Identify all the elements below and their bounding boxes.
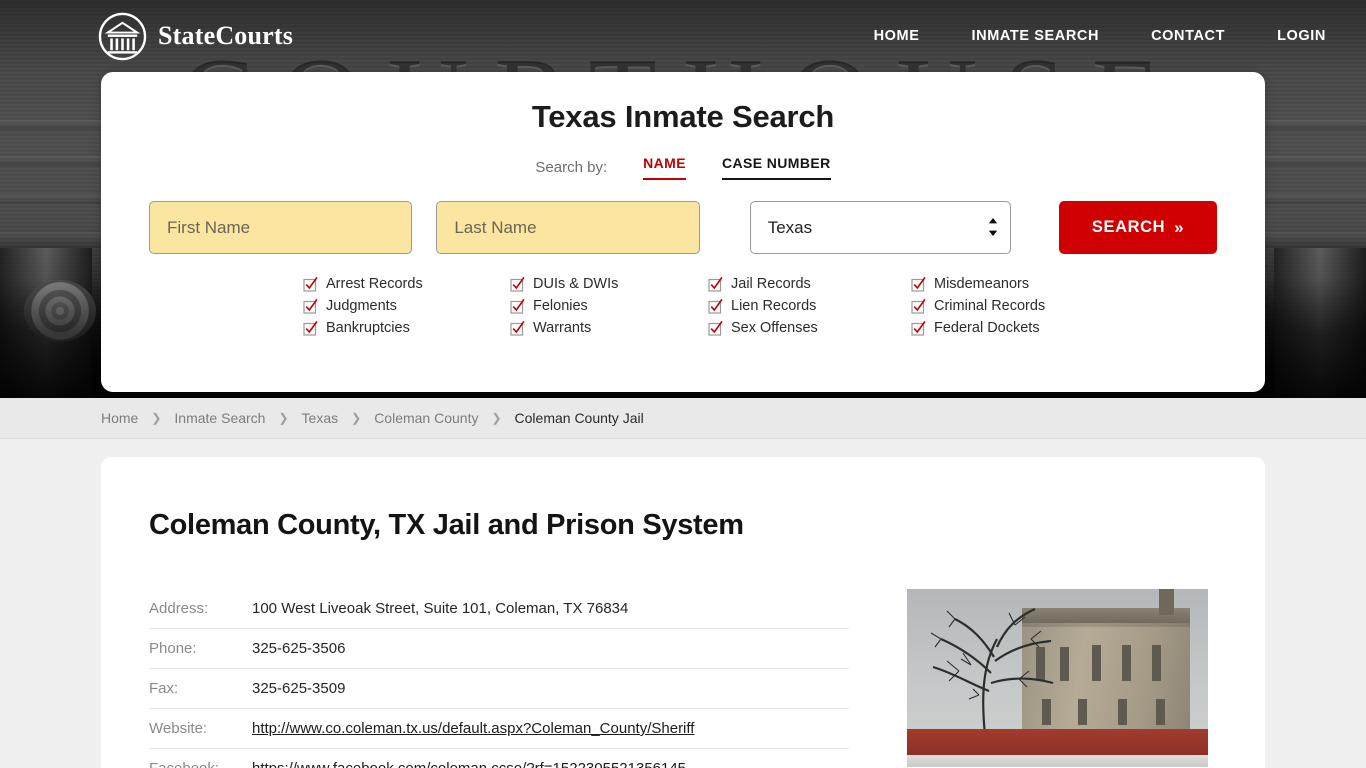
courthouse-circle-icon	[98, 12, 147, 61]
row-value-fax: 325-625-3509	[252, 680, 346, 697]
checkbox-checked-icon	[911, 298, 926, 314]
record-type-item[interactable]: Misdemeanors	[911, 276, 1063, 292]
table-row: Fax: 325-625-3509	[149, 669, 849, 709]
search-by-row: Search by: NAME CASE NUMBER	[101, 155, 1265, 180]
breadcrumb-item-inmate-search[interactable]: Inmate Search	[174, 410, 265, 426]
row-value-facebook: https://www.facebook.com/coleman.ccso/?r…	[252, 749, 849, 768]
record-type-item[interactable]: Warrants	[510, 320, 708, 336]
checkbox-checked-icon	[911, 276, 926, 292]
record-type-label: Lien Records	[731, 298, 817, 314]
checkbox-checked-icon	[911, 320, 926, 336]
record-type-item[interactable]: Felonies	[510, 298, 708, 314]
photo-red-wall	[907, 729, 1208, 757]
breadcrumb-item-current: Coleman County Jail	[514, 410, 644, 426]
record-type-label: Judgments	[326, 298, 397, 314]
record-type-label: Misdemeanors	[934, 276, 1030, 292]
first-name-input[interactable]	[149, 201, 413, 254]
tab-search-by-case-number[interactable]: CASE NUMBER	[721, 155, 831, 180]
row-value-address: 100 West Liveoak Street, Suite 101, Cole…	[252, 600, 629, 617]
record-type-item[interactable]: Sex Offenses	[708, 320, 911, 336]
record-type-label: Federal Dockets	[934, 320, 1040, 336]
record-type-label: Bankruptcies	[326, 320, 410, 336]
checkbox-checked-icon	[708, 298, 723, 314]
breadcrumb-item-texas[interactable]: Texas	[302, 410, 339, 426]
top-bar: StateCourts HOME INMATE SEARCH CONTACT L…	[0, 0, 1366, 72]
record-type-item[interactable]: Bankruptcies	[303, 320, 510, 336]
record-type-label: DUIs & DWIs	[533, 276, 619, 292]
table-row: Address: 100 West Liveoak Street, Suite …	[149, 589, 849, 629]
breadcrumb: Home ❯ Inmate Search ❯ Texas ❯ Coleman C…	[0, 398, 1366, 439]
breadcrumb-separator-icon: ❯	[351, 411, 362, 425]
record-type-item[interactable]: Judgments	[303, 298, 510, 314]
breadcrumb-separator-icon: ❯	[278, 411, 289, 425]
nav-item-home[interactable]: HOME	[874, 28, 920, 44]
record-type-list: Arrest Records DUIs & DWIs Jail Records …	[303, 276, 1063, 336]
photo-foreground	[907, 755, 1208, 767]
record-type-label: Felonies	[533, 298, 588, 314]
checkbox-checked-icon	[510, 276, 525, 292]
facility-info-table: Address: 100 West Liveoak Street, Suite …	[149, 589, 849, 768]
checkbox-checked-icon	[303, 276, 318, 292]
nav-item-login[interactable]: LOGIN	[1277, 28, 1326, 44]
search-by-label: Search by:	[535, 159, 608, 176]
breadcrumb-item-home[interactable]: Home	[101, 410, 138, 426]
checkbox-checked-icon	[303, 320, 318, 336]
photo-chimney	[1159, 589, 1174, 615]
table-row: Phone: 325-625-3506	[149, 629, 849, 669]
record-type-item[interactable]: Arrest Records	[303, 276, 510, 292]
main-navigation: HOME INMATE SEARCH CONTACT LOGIN	[874, 28, 1326, 44]
row-label: Facebook:	[149, 749, 252, 768]
photo-tree	[919, 595, 1069, 735]
facility-detail-card: Coleman County, TX Jail and Prison Syste…	[101, 457, 1265, 768]
search-panel-title: Texas Inmate Search	[531, 99, 835, 134]
breadcrumb-separator-icon: ❯	[151, 411, 162, 425]
page-title: Coleman County, TX Jail and Prison Syste…	[149, 509, 744, 541]
record-type-item[interactable]: Jail Records	[708, 276, 911, 292]
facility-body: Address: 100 West Liveoak Street, Suite …	[101, 542, 1265, 768]
record-type-label: Criminal Records	[934, 298, 1046, 314]
checkbox-checked-icon	[708, 320, 723, 336]
search-fields-row: Texas SEARCH »	[101, 201, 1265, 254]
checkbox-checked-icon	[510, 320, 525, 336]
checkbox-checked-icon	[708, 276, 723, 292]
row-value-website: http://www.co.coleman.tx.us/default.aspx…	[252, 709, 849, 749]
last-name-input[interactable]	[436, 201, 700, 254]
record-type-item[interactable]: Federal Dockets	[911, 320, 1063, 336]
search-button[interactable]: SEARCH »	[1059, 201, 1217, 254]
checkbox-checked-icon	[303, 298, 318, 314]
double-chevron-right-icon: »	[1174, 217, 1185, 237]
table-row: Facebook: https://www.facebook.com/colem…	[149, 749, 849, 768]
table-row: Website: http://www.co.coleman.tx.us/def…	[149, 709, 849, 749]
checkbox-checked-icon	[510, 298, 525, 314]
record-type-item[interactable]: Criminal Records	[911, 298, 1063, 314]
row-value-phone: 325-625-3506	[252, 640, 346, 657]
breadcrumb-separator-icon: ❯	[491, 411, 502, 425]
record-type-label: Jail Records	[731, 276, 811, 292]
website-link[interactable]: http://www.co.coleman.tx.us/default.aspx…	[252, 720, 694, 737]
state-select[interactable]: Texas	[749, 201, 1012, 254]
facility-photo	[907, 589, 1208, 767]
row-label: Address:	[149, 600, 209, 617]
record-type-label: Arrest Records	[326, 276, 423, 292]
record-type-item[interactable]: DUIs & DWIs	[510, 276, 708, 292]
record-type-item[interactable]: Lien Records	[708, 298, 911, 314]
brand-name: StateCourts	[158, 21, 294, 50]
brand-logo[interactable]: StateCourts	[98, 12, 293, 61]
row-label: Website:	[149, 720, 208, 737]
nav-item-contact[interactable]: CONTACT	[1151, 28, 1225, 44]
tab-search-by-name[interactable]: NAME	[643, 155, 686, 180]
record-type-label: Sex Offenses	[731, 320, 818, 336]
state-select-wrapper: Texas	[749, 201, 1012, 254]
nav-item-inmate-search[interactable]: INMATE SEARCH	[972, 28, 1100, 44]
breadcrumb-item-coleman-county[interactable]: Coleman County	[374, 410, 478, 426]
inmate-search-panel: Texas Inmate Search Search by: NAME CASE…	[101, 72, 1265, 392]
facebook-link[interactable]: https://www.facebook.com/coleman.ccso/?r…	[252, 760, 686, 768]
row-label: Fax:	[149, 680, 179, 697]
search-button-label: SEARCH	[1091, 218, 1166, 236]
facility-photo-wrapper	[907, 589, 1208, 768]
record-type-label: Warrants	[533, 320, 592, 336]
row-label: Phone:	[149, 640, 197, 657]
hero-header: COURTHOUSE StateCourts	[0, 0, 1366, 398]
